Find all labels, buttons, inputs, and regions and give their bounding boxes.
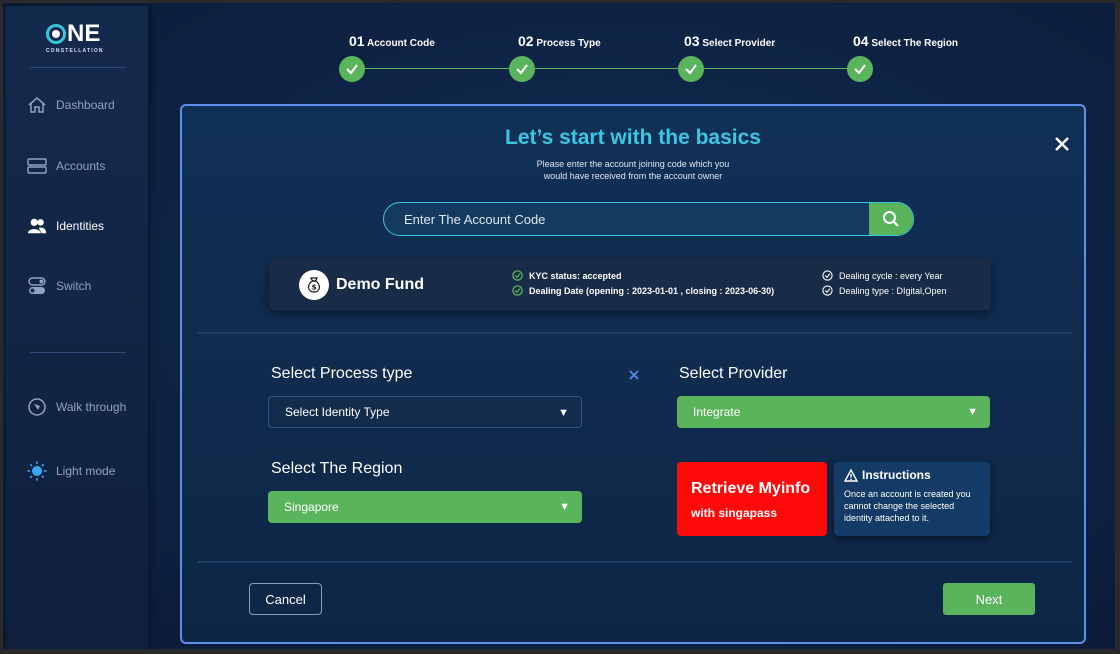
step-1-label: 01 Account Code: [349, 33, 435, 49]
sidebar-divider: [30, 352, 126, 353]
step-3-label: 03 Select Provider: [684, 33, 776, 49]
step-4-label: 04 Select The Region: [853, 33, 959, 49]
provider-select[interactable]: Integrate ▼: [677, 396, 990, 428]
next-button[interactable]: Next: [943, 583, 1035, 615]
search-icon: [883, 211, 899, 227]
home-icon: [26, 94, 48, 116]
check-circle-icon: [822, 270, 833, 281]
account-code-input[interactable]: [384, 203, 869, 235]
fund-card: $ Demo Fund KYC status: accepted Dealing…: [269, 258, 991, 310]
fund-name: Demo Fund: [336, 276, 424, 293]
modal-subtitle: Please enter the account joining code wh…: [182, 158, 1084, 182]
toggle-icon: [26, 275, 48, 297]
section-divider: [198, 332, 1072, 334]
sidebar-item-light-mode[interactable]: Light mode: [26, 460, 115, 482]
step-2-label: 02 Process Type: [518, 33, 601, 49]
logo-o-icon: [46, 24, 66, 44]
brand-logo[interactable]: NE CONSTELLATION: [46, 20, 110, 58]
dealing-date: Dealing Date (opening : 2023-01-01 , clo…: [512, 285, 774, 296]
dealing-type: Dealing type : DIgital,Open: [822, 285, 947, 296]
sidebar-item-label: Switch: [56, 279, 92, 293]
server-icon: [26, 155, 48, 177]
sidebar-divider: [30, 67, 126, 68]
users-icon: [26, 215, 48, 237]
check-circle-icon: [822, 285, 833, 296]
check-circle-icon: [512, 285, 523, 296]
sidebar-item-identities[interactable]: Identities: [26, 215, 104, 237]
region-label: Select The Region: [271, 460, 403, 477]
sidebar-item-dashboard[interactable]: Dashboard: [26, 94, 115, 116]
sun-icon: [26, 460, 48, 482]
cancel-button[interactable]: Cancel: [249, 583, 322, 615]
brand-tagline: CONSTELLATION: [46, 48, 104, 54]
step-connector: [704, 68, 848, 69]
sidebar-item-label: Walk through: [56, 400, 127, 414]
sidebar-item-walk-through[interactable]: Walk through: [26, 396, 126, 418]
dealing-cycle: Dealing cycle : every Year: [822, 270, 943, 281]
step-1-check-icon[interactable]: [339, 56, 365, 82]
caret-down-icon: ▼: [967, 406, 978, 418]
sidebar-item-switch[interactable]: Switch: [26, 275, 91, 297]
select-value: Singapore: [284, 500, 339, 514]
sidebar-item-label: Light mode: [56, 464, 116, 478]
account-code-search: [383, 202, 914, 236]
section-divider: [198, 561, 1072, 563]
search-button[interactable]: [869, 203, 913, 235]
step-3-check-icon[interactable]: [678, 56, 704, 82]
instructions-body: Once an account is created you cannot ch…: [844, 489, 971, 523]
app-window: NE CONSTELLATION Dashboard Accounts Iden…: [0, 0, 1120, 654]
retrieve-myinfo-button[interactable]: Retrieve Myinfo with singapass: [677, 462, 827, 536]
sidebar: NE CONSTELLATION Dashboard Accounts Iden…: [6, 6, 148, 649]
instructions-box: Instructions Once an account is created …: [834, 462, 990, 536]
process-type-label: Select Process type: [271, 365, 413, 382]
sidebar-item-accounts[interactable]: Accounts: [26, 155, 105, 177]
modal-title: Let’s start with the basics: [505, 126, 761, 149]
sidebar-item-label: Accounts: [56, 159, 106, 173]
subtitle-line: would have received from the account own…: [543, 171, 723, 181]
compass-icon: [26, 396, 48, 418]
process-type-select[interactable]: Select Identity Type ▼: [268, 396, 582, 428]
caret-down-icon: ▼: [558, 407, 569, 419]
myinfo-title: Retrieve Myinfo: [691, 480, 811, 497]
svg-text:$: $: [312, 284, 317, 292]
money-bag-icon: $: [299, 270, 329, 300]
instructions-title: Instructions: [862, 468, 931, 482]
provider-label: Select Provider: [679, 365, 788, 382]
caret-down-icon: ▼: [559, 501, 570, 513]
sidebar-item-label: Dashboard: [56, 98, 115, 112]
step-4-check-icon[interactable]: [847, 56, 873, 82]
subtitle-line: Please enter the account joining code wh…: [536, 159, 730, 169]
step-connector: [365, 68, 509, 69]
select-value: Integrate: [693, 405, 741, 419]
step-connector: [535, 68, 679, 69]
check-circle-icon: [512, 270, 523, 281]
close-x-icon[interactable]: [628, 368, 640, 380]
myinfo-subtitle: with singapass: [691, 506, 778, 520]
brand-name: NE: [67, 20, 101, 47]
select-value: Select Identity Type: [285, 405, 390, 419]
kyc-status: KYC status: accepted: [512, 270, 622, 281]
region-select[interactable]: Singapore ▼: [268, 491, 582, 523]
step-2-check-icon[interactable]: [509, 56, 535, 82]
basics-modal: Let’s start with the basics Please enter…: [180, 104, 1086, 644]
warning-icon: [844, 468, 858, 482]
sidebar-item-label: Identities: [56, 219, 105, 233]
